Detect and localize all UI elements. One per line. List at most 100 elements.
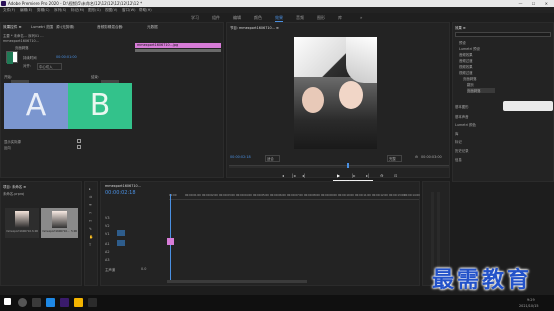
workspace-color[interactable]: 颜色: [254, 15, 262, 21]
section-libraries[interactable]: 库: [455, 131, 458, 136]
track-a2[interactable]: A2: [105, 250, 109, 254]
resolution-select[interactable]: 完整: [387, 155, 402, 162]
tab-metadata[interactable]: 元数据: [147, 25, 158, 30]
program-scrubber[interactable]: [229, 163, 449, 168]
settings-wrench-icon[interactable]: ⚙: [415, 155, 418, 159]
window-controls[interactable]: — ☐ ✕: [519, 1, 552, 6]
project-item-2-name: mmexport1606710...: [42, 230, 70, 233]
ripple-edit-tool-icon[interactable]: ⇹: [89, 203, 92, 207]
duration-value[interactable]: 00:00:01:00: [56, 55, 77, 59]
workspace-audio[interactable]: 音频: [296, 15, 304, 21]
ruler-label: 00:00:03:00: [219, 194, 235, 197]
ruler-label: 00:00:08:00: [304, 194, 320, 197]
tree-video-effects[interactable]: 视频效果: [459, 64, 473, 69]
ruler-label: 00:00:02:00: [202, 194, 218, 197]
ruler-label: 00:00:11:00: [355, 194, 371, 197]
program-timecode[interactable]: 00:00:02:18: [230, 155, 251, 159]
effects-search-input[interactable]: [455, 32, 551, 37]
workspace-assembly[interactable]: 组件: [212, 15, 220, 21]
timeline-ruler[interactable]: 00:00 00:00:01:00 00:00:02:00 00:00:03:0…: [169, 194, 420, 200]
mark-in-icon[interactable]: |◂: [292, 173, 295, 178]
tab-lumetri-scopes[interactable]: Lumetri 范围: [31, 25, 53, 30]
folder-icon[interactable]: [74, 298, 83, 307]
program-video-frame[interactable]: [294, 37, 377, 149]
workspace-graphics[interactable]: 图形: [317, 15, 325, 21]
tree-page-peel[interactable]: 页面剥落: [467, 88, 495, 93]
workspace-libraries[interactable]: 库: [338, 15, 342, 21]
tab-source[interactable]: 源:(无剪辑): [56, 25, 74, 30]
section-lumetri-color[interactable]: Lumetri 颜色: [455, 122, 476, 127]
show-actual-checkbox[interactable]: [77, 139, 81, 143]
premiere-taskbar-icon[interactable]: [60, 298, 69, 307]
a1-target-toggle[interactable]: [117, 240, 125, 246]
section-markers[interactable]: 标记: [455, 139, 462, 144]
mark-out-icon[interactable]: ◂|: [302, 173, 305, 178]
app-icon[interactable]: [88, 298, 97, 307]
tree-page-turn[interactable]: 翻页: [467, 82, 474, 87]
track-a1[interactable]: A1: [105, 242, 109, 246]
track-v2[interactable]: V2: [105, 224, 109, 228]
hand-tool-icon[interactable]: ✋: [89, 235, 93, 239]
track-a3[interactable]: A3: [105, 258, 109, 262]
edge-icon[interactable]: [46, 298, 55, 307]
v1-target-toggle[interactable]: [117, 230, 125, 236]
ruler-label: 00:00:12:00: [372, 194, 388, 197]
alignment-select[interactable]: 中心切入: [37, 63, 62, 70]
floating-toolbar[interactable]: [503, 101, 553, 111]
timeline-timecode[interactable]: 00:00:02:18: [105, 190, 136, 196]
workspace-more-icon[interactable]: »: [360, 15, 362, 20]
track-select-tool-icon[interactable]: ⇉: [89, 195, 92, 199]
transition-thumbnail-icon: [6, 51, 18, 64]
tree-page-peel-folder[interactable]: 页面剥落: [463, 76, 477, 81]
project-tab[interactable]: 项目: 未命名 ≡: [3, 184, 26, 189]
effects-panel-title: 效果 ≡: [455, 26, 466, 30]
selection-tool-icon[interactable]: ▸: [89, 187, 91, 191]
razor-tool-icon[interactable]: ✂: [89, 211, 92, 215]
tab-effect-controls[interactable]: 效果控件 ≡: [3, 25, 22, 30]
marker-icon[interactable]: ◂: [282, 173, 284, 178]
project-item-2[interactable]: mmexport1606710... 5:00: [41, 208, 78, 238]
transition-name: 页面剥落: [15, 46, 29, 50]
timeline-tab[interactable]: mmexport1606710...: [105, 184, 141, 188]
pen-tool-icon[interactable]: ✎: [89, 227, 92, 231]
reverse-checkbox[interactable]: [77, 145, 81, 149]
slip-tool-icon[interactable]: ↔: [89, 219, 92, 223]
ruler-label: 00:00:10:00: [338, 194, 354, 197]
track-v3[interactable]: V3: [105, 216, 109, 220]
fit-select[interactable]: 适合: [265, 155, 280, 162]
section-essential-sound[interactable]: 基本声音: [455, 114, 469, 119]
go-to-out-icon[interactable]: ▸|: [366, 173, 369, 178]
project-item-2-duration: 5:00: [71, 230, 77, 233]
clip-strip-label: mmexport1606710...jpg: [137, 43, 179, 47]
start-label: 开始:: [4, 75, 12, 79]
workspace-learn[interactable]: 学习: [191, 15, 199, 21]
tree-video-transitions[interactable]: 视频过渡: [459, 70, 473, 75]
type-tool-icon[interactable]: T: [89, 243, 91, 247]
section-essential-graphics[interactable]: 基本图形: [455, 104, 469, 109]
master-volume[interactable]: 0.0: [141, 267, 146, 271]
section-history[interactable]: 历史记录: [455, 148, 469, 153]
track-v1[interactable]: V1: [105, 232, 109, 236]
lift-icon[interactable]: ⟰: [380, 173, 383, 178]
export-frame-icon[interactable]: ⊡: [394, 173, 397, 178]
workspace-effects[interactable]: 效果: [275, 15, 283, 22]
task-view-icon[interactable]: [32, 298, 41, 307]
play-stop-button[interactable]: ▶: [337, 173, 340, 178]
tree-audio-transitions[interactable]: 音频过渡: [459, 58, 473, 63]
track-master[interactable]: 主声道: [105, 267, 115, 272]
tree-audio-effects[interactable]: 音频效果: [459, 52, 473, 57]
step-forward-icon[interactable]: |▸: [352, 173, 355, 178]
section-info[interactable]: 信息: [455, 157, 462, 162]
project-item-1[interactable]: mmexport1606710... 5:00: [5, 208, 39, 238]
transition-on-timeline[interactable]: [167, 238, 174, 245]
alignment-label: 对齐:: [23, 64, 31, 68]
premiere-logo-icon: [1, 1, 6, 6]
workspace-editing[interactable]: 编辑: [233, 15, 241, 21]
tree-presets[interactable]: 预设: [459, 40, 466, 45]
start-icon[interactable]: [4, 298, 11, 305]
search-icon[interactable]: [18, 298, 27, 307]
tab-audio-mixer[interactable]: 音频剪辑混合器:: [97, 25, 123, 30]
timeline-scrollbar[interactable]: [167, 280, 307, 283]
tree-lumetri-presets[interactable]: Lumetri 预设: [459, 46, 480, 51]
show-actual-label: 显示实际源: [4, 140, 21, 144]
